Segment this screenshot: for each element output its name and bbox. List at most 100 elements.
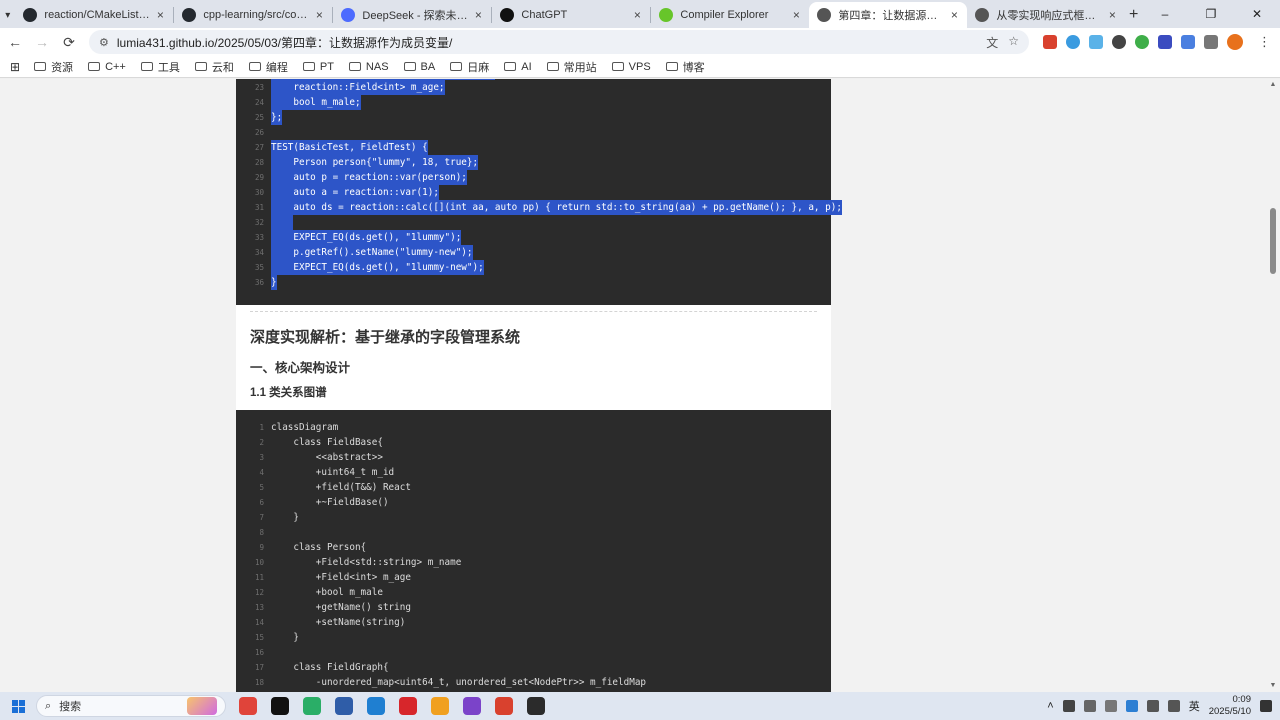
start-button[interactable] <box>0 692 36 720</box>
bookmark-folder[interactable]: 工具 <box>140 59 180 75</box>
taskbar-app[interactable] <box>360 692 392 720</box>
extensions-puzzle-icon[interactable] <box>1204 35 1218 49</box>
taskbar-app[interactable] <box>424 692 456 720</box>
line-number: 18 <box>254 678 264 687</box>
deepseek-icon <box>341 8 356 22</box>
code-line: 28 Person person{"lummy", 18, true}; <box>236 155 831 170</box>
bookmark-folder[interactable]: AI <box>504 61 532 73</box>
scroll-up-arrow-icon[interactable]: ▲ <box>1269 81 1277 89</box>
browser-menu-icon[interactable]: ⋮ <box>1258 34 1271 50</box>
bookmark-folder[interactable]: 日麻 <box>450 59 489 75</box>
forward-arrow-icon[interactable]: → <box>30 30 54 54</box>
close-window-icon[interactable]: ✕ <box>1234 0 1280 28</box>
code-line: 8 <box>236 525 831 540</box>
taskbar-search-placeholder: 搜索 <box>59 701 82 713</box>
bookmark-folder[interactable]: PT <box>302 61 334 73</box>
browser-tab[interactable]: DeepSeek - 探索未至之境× <box>333 2 491 28</box>
search-app-icon <box>431 697 449 715</box>
line-number: 1 <box>259 423 264 432</box>
tray-chevron-icon[interactable]: ˄ <box>1047 700 1053 712</box>
extension-dark-icon[interactable] <box>1112 35 1126 49</box>
code-line: 34 p.getRef().setName("lummy-new"); <box>236 245 831 260</box>
restore-icon[interactable]: ❐ <box>1188 0 1234 28</box>
taskbar-app[interactable] <box>392 692 424 720</box>
translate-icon[interactable]: 文 <box>986 34 998 51</box>
new-tab-button[interactable]: + <box>1125 2 1142 28</box>
tab-close-icon[interactable]: × <box>471 8 485 22</box>
code-text: +setName(string) <box>271 617 406 628</box>
taskbar-app[interactable] <box>232 692 264 720</box>
extension-cloud-icon[interactable] <box>1066 35 1080 49</box>
extension-play-icon[interactable] <box>1158 35 1172 49</box>
browser-tab[interactable]: 从零实现响应式框架——基本× <box>967 2 1125 28</box>
tab-close-icon[interactable]: × <box>789 8 803 22</box>
heading-main: 深度实现解析：基于继承的字段管理系统 <box>250 329 521 346</box>
tray-wifi-icon[interactable] <box>1146 700 1159 712</box>
tab-close-icon[interactable]: × <box>153 8 167 22</box>
browser-tab[interactable]: reaction/CMakeLists.txt at m× <box>15 2 173 28</box>
ime-indicator[interactable]: 英 <box>1189 698 1200 714</box>
tray-network-icon[interactable] <box>1083 700 1096 712</box>
page-scrollbar[interactable]: ▲ ▼ <box>1269 79 1277 692</box>
tray-speaker-icon[interactable] <box>1167 700 1180 712</box>
bookmark-folder[interactable]: 资源 <box>34 59 73 75</box>
tab-close-icon[interactable]: × <box>630 8 644 22</box>
scroll-down-arrow-icon[interactable]: ▼ <box>1269 682 1277 690</box>
minimize-icon[interactable]: – <box>1142 0 1188 28</box>
tab-close-icon[interactable]: × <box>312 8 326 22</box>
tab-close-icon[interactable]: × <box>947 8 961 22</box>
browser-tab[interactable]: ChatGPT × <box>492 2 650 28</box>
bookmark-label: VPS <box>628 60 651 73</box>
bookmark-folder[interactable]: BA <box>403 61 435 73</box>
taskbar-search[interactable]: ⌕ 搜索 <box>36 695 226 717</box>
taskbar-app[interactable] <box>296 692 328 720</box>
address-url[interactable]: lumia431.github.io/2025/05/03/第四章：让数据源作为… <box>117 34 986 51</box>
clock[interactable]: 0:09 2025/5/10 <box>1209 694 1251 718</box>
code-text: auto ds = reaction::calc([](int aa, auto… <box>271 200 842 215</box>
line-number: 15 <box>254 633 264 642</box>
code-text: +field(T&&) React <box>271 482 411 493</box>
taskbar-app[interactable] <box>488 692 520 720</box>
bookmark-folder[interactable]: C++ <box>88 61 126 73</box>
taskbar-app[interactable] <box>328 692 360 720</box>
extension-green-icon[interactable] <box>1135 35 1149 49</box>
taskbar-app[interactable] <box>456 692 488 720</box>
scroll-thumb[interactable] <box>1270 208 1276 274</box>
browser-tab[interactable]: Compiler Explorer × <box>651 2 809 28</box>
tray-volume-icon[interactable] <box>1104 700 1117 712</box>
bookmark-folder[interactable]: NAS <box>348 61 389 73</box>
bookmark-star-icon[interactable]: ☆ <box>1008 34 1019 51</box>
code-line: 35 EXPECT_EQ(ds.get(), "1lummy-new"); <box>236 260 831 275</box>
taskbar-app[interactable] <box>264 692 296 720</box>
extension-red-icon[interactable] <box>1043 35 1057 49</box>
reload-icon[interactable]: ⟳ <box>57 30 81 54</box>
tab-search-chevron-icon[interactable]: ▾ <box>0 2 15 28</box>
extension-translate-icon[interactable] <box>1181 35 1195 49</box>
browser-tab[interactable]: 第四章：让数据源作为成员变量× <box>809 2 968 28</box>
tray-cloud-icon[interactable] <box>1125 700 1138 712</box>
browser-tab[interactable]: cpp-learning/src/compile_tin× <box>174 2 332 28</box>
tray-app-icon[interactable] <box>1062 700 1075 712</box>
folder-icon <box>504 62 517 71</box>
bookmark-folder[interactable]: 常用站 <box>546 59 597 75</box>
bookmark-folder[interactable]: VPS <box>611 60 651 73</box>
site-info-icon[interactable]: ⚙ <box>99 36 109 49</box>
line-number: 26 <box>254 128 264 137</box>
code-text: class Person{ <box>271 542 367 553</box>
bookmark-folder[interactable]: 编程 <box>248 59 288 75</box>
line-number: 9 <box>259 543 264 552</box>
bookmark-folder[interactable]: 博客 <box>665 59 705 75</box>
extension-blue-icon[interactable] <box>1089 35 1103 49</box>
line-number: 13 <box>254 603 264 612</box>
back-arrow-icon[interactable]: ← <box>3 30 27 54</box>
apps-grid-icon[interactable]: ⊞ <box>10 60 20 74</box>
tab-close-icon[interactable]: × <box>1105 8 1119 22</box>
code-text: } <box>271 632 299 643</box>
taskbar-app[interactable] <box>520 692 552 720</box>
code-line: 17 class FieldGraph{ <box>236 660 831 675</box>
notification-icon[interactable] <box>1260 700 1272 712</box>
bookmark-folder[interactable]: 云和 <box>194 59 234 75</box>
address-bar[interactable]: ⚙ lumia431.github.io/2025/05/03/第四章：让数据源… <box>89 30 1029 54</box>
folder-icon <box>348 62 361 71</box>
profile-avatar[interactable] <box>1227 34 1243 50</box>
